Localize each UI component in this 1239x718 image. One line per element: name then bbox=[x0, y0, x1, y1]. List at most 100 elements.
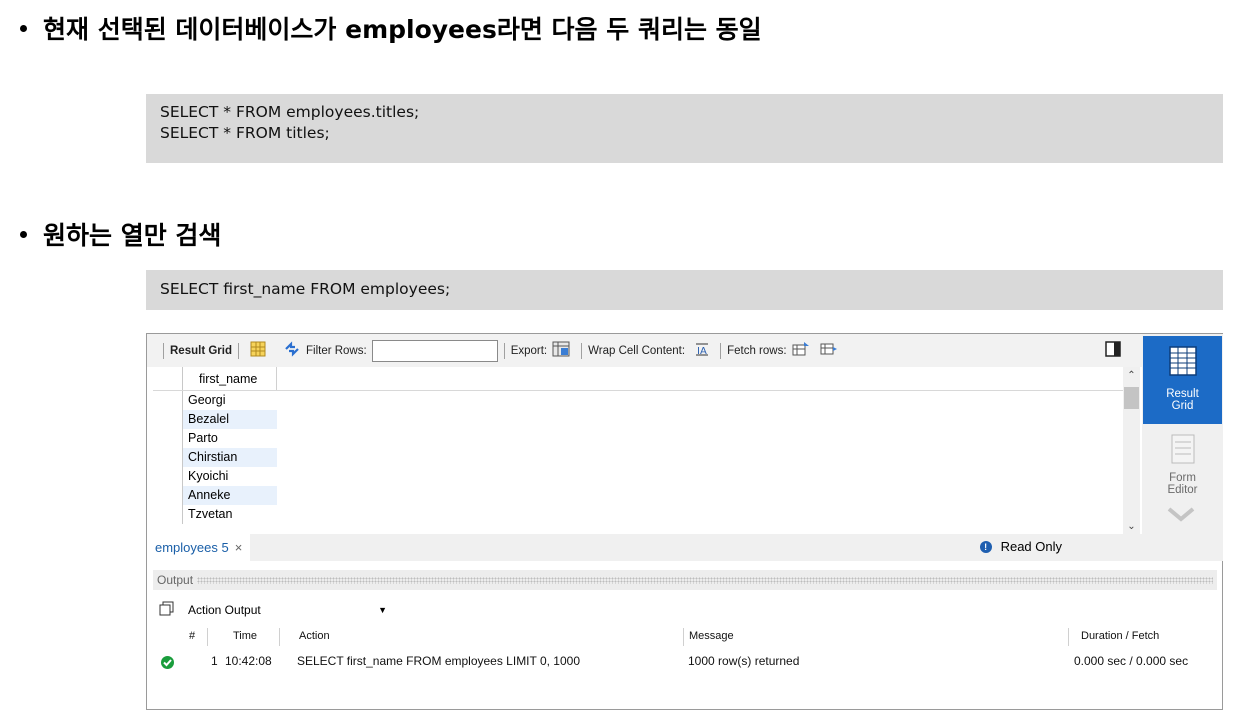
export-label: Export: bbox=[510, 344, 548, 357]
output-header: Output bbox=[153, 570, 1217, 590]
table-row[interactable]: Parto bbox=[153, 429, 1123, 448]
code-line: SELECT * FROM employees.titles; bbox=[160, 103, 420, 121]
toolbar-separator bbox=[720, 342, 722, 359]
side-label: Form bbox=[1169, 472, 1196, 484]
table-row[interactable]: Tzvetan bbox=[153, 505, 1123, 524]
output-controls: Action Output ▼ bbox=[153, 596, 1217, 624]
output-row-action[interactable]: SELECT first_name FROM employees LIMIT 0… bbox=[297, 654, 580, 668]
fetch-rows-label: Fetch rows: bbox=[727, 344, 787, 357]
bullet-icon bbox=[20, 24, 27, 32]
column-divider bbox=[279, 628, 280, 646]
grid-cell[interactable]: Chirstian bbox=[183, 448, 277, 467]
scrollbar-thumb[interactable] bbox=[1124, 387, 1139, 409]
table-row[interactable]: Bezalel bbox=[153, 410, 1123, 429]
wrap-text-icon[interactable]: IA bbox=[695, 342, 709, 359]
col-header-message: Message bbox=[689, 630, 734, 642]
scroll-down-icon[interactable]: ⌄ bbox=[1123, 521, 1140, 532]
status-text: Read Only bbox=[1000, 539, 1062, 554]
success-check-icon bbox=[161, 656, 174, 669]
workbench-panel: Result Grid Filter Rows: Export: Wrap Ce… bbox=[146, 333, 1223, 710]
side-label: Result bbox=[1166, 388, 1199, 400]
table-row[interactable]: Anneke bbox=[153, 486, 1123, 505]
row-header-corner bbox=[153, 367, 183, 390]
heading-same-queries: 현재 선택된 데이터베이스가 employees라면 다음 두 쿼리는 동일 bbox=[20, 10, 762, 46]
row-header bbox=[153, 505, 183, 524]
side-label: Grid bbox=[1171, 400, 1194, 412]
row-header bbox=[153, 410, 183, 429]
result-grid-label: Result Grid bbox=[170, 344, 232, 357]
toolbar-separator bbox=[163, 342, 164, 359]
refresh-icon[interactable] bbox=[283, 341, 301, 360]
code-line: SELECT first_name FROM employees; bbox=[160, 280, 451, 298]
tab-employees-5[interactable]: employees 5 × bbox=[147, 534, 251, 561]
scroll-up-icon[interactable]: ⌃ bbox=[1123, 370, 1140, 381]
col-header-num: # bbox=[189, 630, 196, 642]
filter-rows-label: Filter Rows: bbox=[305, 344, 367, 357]
result-grid-icon bbox=[1169, 346, 1197, 376]
grid-cell[interactable]: Bezalel bbox=[183, 410, 277, 429]
column-header-first-name[interactable]: first_name bbox=[183, 367, 277, 390]
code-line: SELECT * FROM titles; bbox=[160, 124, 330, 142]
table-row[interactable]: Chirstian bbox=[153, 448, 1123, 467]
copy-icon[interactable] bbox=[159, 601, 174, 619]
read-only-status: ! Read Only bbox=[979, 539, 1062, 554]
toolbar-separator bbox=[237, 342, 239, 359]
grid-cell[interactable]: Georgi bbox=[183, 391, 277, 410]
select-value: Action Output bbox=[188, 603, 261, 617]
col-header-duration: Duration / Fetch bbox=[1081, 630, 1160, 642]
col-header-time: Time bbox=[233, 630, 258, 642]
column-divider bbox=[1068, 628, 1069, 646]
grid-cell[interactable]: Anneke bbox=[183, 486, 277, 505]
action-output-select[interactable]: Action Output ▼ bbox=[182, 600, 387, 620]
row-header bbox=[153, 467, 183, 486]
row-header bbox=[153, 429, 183, 448]
fetch-all-icon[interactable] bbox=[820, 341, 838, 360]
chevron-down-icon[interactable] bbox=[1166, 506, 1196, 525]
result-sidebar: Result Grid Form Editor bbox=[1142, 334, 1223, 561]
export-icon[interactable] bbox=[552, 340, 570, 361]
grid-scrollbar[interactable]: ⌃ ⌄ bbox=[1123, 367, 1140, 534]
panel-toggle-icon[interactable] bbox=[1105, 341, 1121, 360]
output-table: # Time Action Message Duration / Fetch 1… bbox=[153, 628, 1217, 698]
heading-select-columns: 원하는 열만 검색 bbox=[20, 216, 221, 252]
heading-text: 원하는 열만 검색 bbox=[43, 221, 222, 250]
result-toolbar: Result Grid Filter Rows: Export: Wrap Ce… bbox=[147, 334, 1142, 367]
close-icon[interactable]: × bbox=[235, 540, 243, 555]
table-row[interactable]: Kyoichi bbox=[153, 467, 1123, 486]
result-grid-side-button[interactable]: Result Grid bbox=[1143, 336, 1222, 424]
col-header-action: Action bbox=[299, 630, 330, 642]
tab-label: employees 5 bbox=[155, 540, 229, 555]
output-title: Output bbox=[157, 573, 194, 587]
code-block-select-first-name: SELECT first_name FROM employees; bbox=[146, 270, 1223, 310]
result-tab-bar: employees 5 × ! Read Only bbox=[147, 534, 1142, 561]
output-row-num: 1 bbox=[211, 654, 218, 668]
info-icon: ! bbox=[979, 540, 992, 553]
output-row-time: 10:42:08 bbox=[225, 654, 272, 668]
table-row[interactable]: Georgi bbox=[153, 391, 1123, 410]
side-label: Editor bbox=[1167, 484, 1198, 496]
fetch-next-icon[interactable] bbox=[792, 341, 810, 360]
bullet-icon bbox=[20, 230, 27, 238]
grid-header: first_name bbox=[153, 367, 1123, 391]
form-editor-icon bbox=[1171, 434, 1195, 464]
grid-cell[interactable]: Parto bbox=[183, 429, 277, 448]
toolbar-separator bbox=[503, 342, 505, 359]
grid-cell[interactable]: Tzvetan bbox=[183, 505, 277, 524]
row-header bbox=[153, 486, 183, 505]
output-grip[interactable] bbox=[197, 576, 1213, 584]
row-header bbox=[153, 391, 183, 410]
wrap-cell-label: Wrap Cell Content: bbox=[588, 344, 686, 357]
code-block-select-titles: SELECT * FROM employees.titles; SELECT *… bbox=[146, 94, 1223, 163]
toolbar-separator bbox=[581, 342, 583, 359]
row-header bbox=[153, 448, 183, 467]
output-row-duration: 0.000 sec / 0.000 sec bbox=[1074, 654, 1189, 668]
form-editor-side-button[interactable]: Form Editor bbox=[1143, 434, 1222, 504]
filter-rows-input[interactable] bbox=[371, 339, 498, 362]
column-divider bbox=[207, 628, 208, 646]
grid-layout-icon[interactable] bbox=[250, 341, 266, 360]
output-row-message: 1000 row(s) returned bbox=[688, 654, 800, 668]
result-grid: first_name Georgi Bezalel Parto Chirstia… bbox=[153, 367, 1123, 534]
heading-text: 현재 선택된 데이터베이스가 employees라면 다음 두 쿼리는 동일 bbox=[43, 15, 762, 44]
grid-cell[interactable]: Kyoichi bbox=[183, 467, 277, 486]
dropdown-caret-icon[interactable]: ▼ bbox=[378, 600, 387, 620]
